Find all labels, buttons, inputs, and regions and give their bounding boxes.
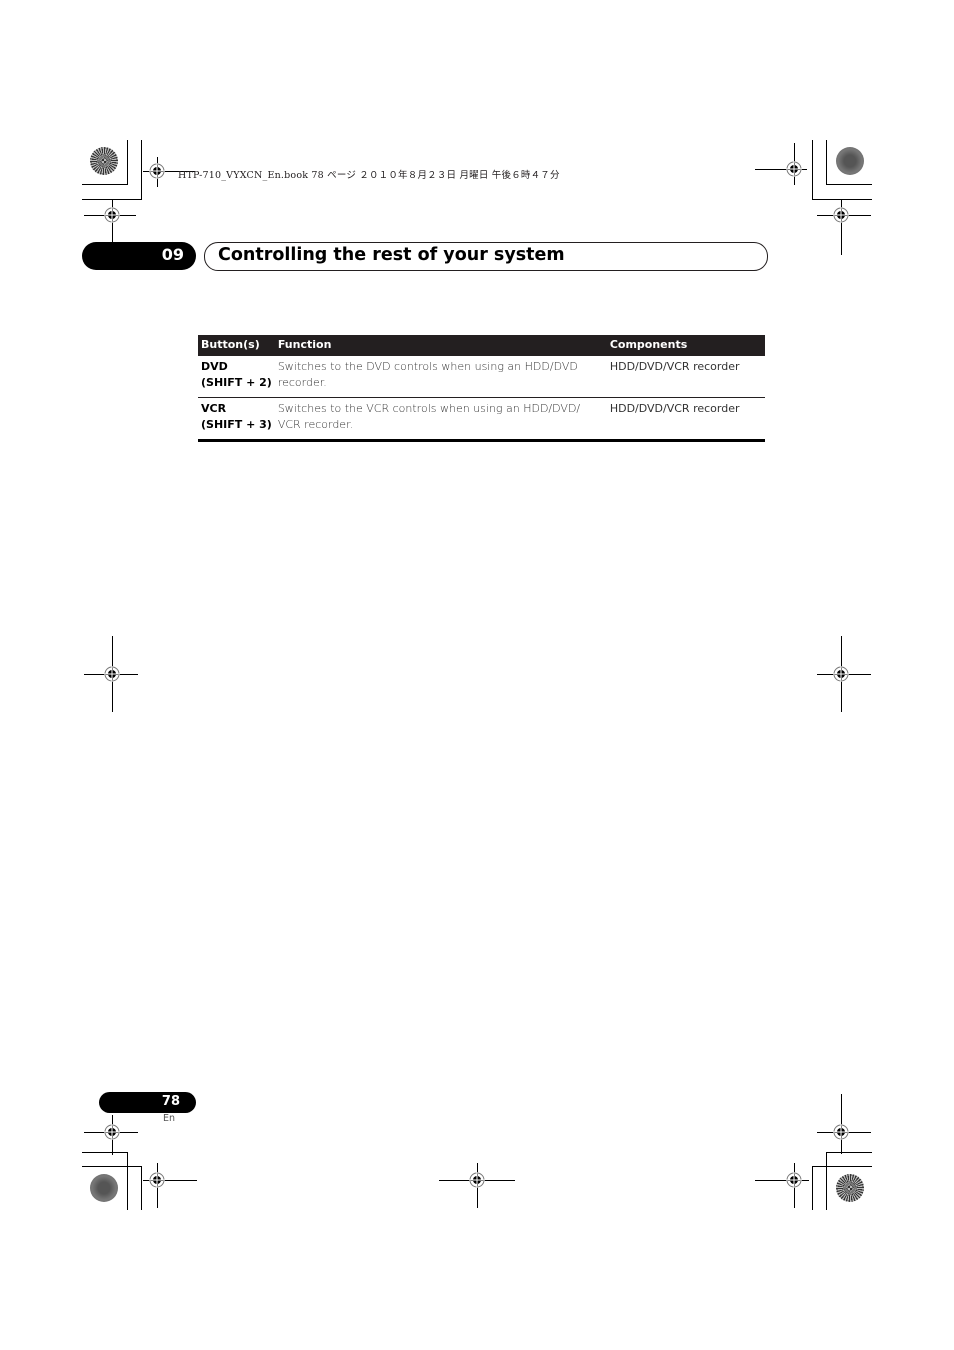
crop-line [127,1152,128,1210]
button-name: VCR [201,402,227,415]
page-number: 78 [161,1094,180,1109]
button-shortcut: (SHIFT + 2) [201,376,272,389]
page-title: Controlling the rest of your system [218,245,565,265]
chapter-number-badge: 09 [82,242,196,270]
button-function-table: Button(s) Function Components DVD (SHIFT… [198,335,765,442]
print-header: HTP-710_VYXCN_En.book 78 ページ ２０１０年８月２３日 … [178,170,560,181]
crop-line [127,140,128,185]
crop-line [812,1166,872,1167]
crop-line [812,199,872,200]
column-header-buttons: Button(s) [198,335,275,356]
color-target-icon [90,147,118,175]
components-cell: HDD/DVD/VCR recorder [606,397,765,442]
color-target-icon [836,1174,864,1202]
table-header-row: Button(s) Function Components [198,335,765,356]
function-cell: Switches to the VCR controls when using … [274,397,607,442]
column-header-components: Components [606,335,765,356]
table-row: VCR (SHIFT + 3) Switches to the VCR cont… [198,397,765,442]
column-header-function: Function [274,335,607,356]
crop-line [82,1152,128,1153]
color-target-icon [836,147,864,175]
crop-line [826,1152,872,1153]
function-cell: Switches to the DVD controls when using … [274,356,607,398]
registration-target-icon [469,1172,485,1188]
button-name: DVD [201,360,228,373]
crop-line [826,140,827,185]
chapter-title-box: Controlling the rest of your system [204,242,768,271]
registration-target-icon [786,161,802,177]
button-shortcut: (SHIFT + 3) [201,418,272,431]
crop-line [812,140,813,200]
crop-line [826,1152,827,1210]
crop-line [826,184,872,185]
registration-target-icon [833,666,849,682]
crop-line [812,1166,813,1210]
registration-target-icon [149,163,165,179]
button-cell: VCR (SHIFT + 3) [198,397,275,442]
crop-line [141,140,142,200]
registration-target-icon [833,207,849,223]
button-cell: DVD (SHIFT + 2) [198,356,275,398]
registration-target-icon [104,666,120,682]
table-row: DVD (SHIFT + 2) Switches to the DVD cont… [198,356,765,398]
page-number-badge: 78 [99,1092,196,1113]
registration-target-icon [786,1172,802,1188]
crop-line [141,1166,142,1210]
components-cell: HDD/DVD/VCR recorder [606,356,765,398]
registration-target-icon [104,207,120,223]
registration-target-icon [833,1124,849,1140]
chapter-number: 09 [161,245,184,264]
color-target-icon [90,1174,118,1202]
page-language: En [163,1113,176,1124]
crop-line [82,184,128,185]
registration-target-icon [149,1172,165,1188]
registration-target-icon [104,1124,120,1140]
crop-line [82,1166,142,1167]
